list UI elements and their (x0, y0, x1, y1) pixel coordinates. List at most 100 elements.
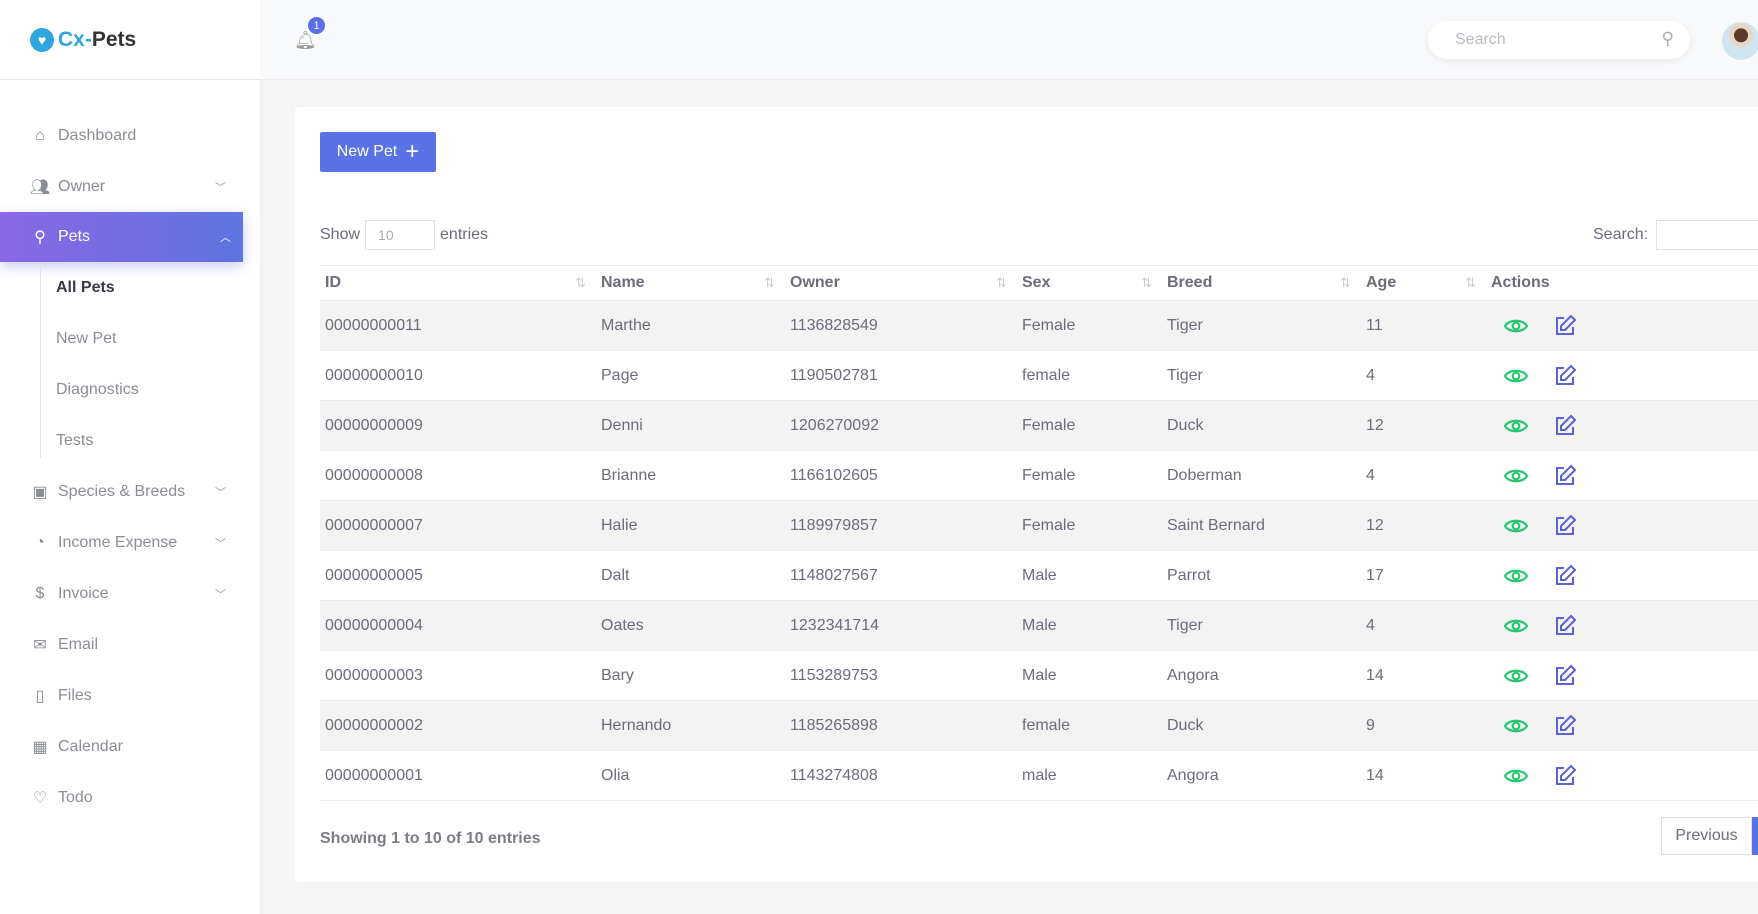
column-header-owner[interactable]: Owner⇅ (785, 266, 1017, 301)
view-eye-icon[interactable] (1503, 666, 1529, 686)
sort-icon: ⇅ (1465, 275, 1476, 291)
edit-icon[interactable] (1553, 614, 1577, 638)
table-row: 00000000009Denni1206270092FemaleDuck12 (320, 401, 1758, 451)
header-label: Sex (1022, 274, 1050, 291)
cell-id: 00000000009 (320, 401, 596, 451)
cell-actions (1486, 301, 1758, 351)
cell-actions (1486, 451, 1758, 501)
sidebar-item-invoice[interactable]: $Invoice﹀ (0, 568, 260, 619)
entries-select[interactable] (365, 220, 435, 250)
label: Owner (58, 178, 105, 196)
sidebar-item-calendar[interactable]: ▦Calendar (0, 721, 260, 772)
table-info: Showing 1 to 10 of 10 entries (320, 830, 541, 848)
cell-owner: 1166102605 (785, 451, 1017, 501)
sort-icon: ⇅ (575, 275, 586, 291)
edit-icon[interactable] (1553, 364, 1577, 388)
sidebar-subitem-tests[interactable]: Tests (56, 415, 260, 466)
column-header-id[interactable]: ID⇅ (320, 266, 596, 301)
cell-id: 00000000001 (320, 751, 596, 801)
view-eye-icon[interactable] (1503, 716, 1529, 736)
plus-icon: + (405, 138, 419, 166)
briefcase-icon: ▣ (30, 482, 50, 502)
edit-icon[interactable] (1553, 314, 1577, 338)
edit-icon[interactable] (1553, 514, 1577, 538)
cell-name: Halie (596, 501, 785, 551)
table-search-input[interactable] (1656, 220, 1758, 250)
table-row: 00000000005Dalt1148027567MaleParrot17 (320, 551, 1758, 601)
previous-page-button[interactable]: Previous (1661, 817, 1752, 855)
column-header-actions[interactable]: Actions (1486, 266, 1758, 301)
current-page-button[interactable] (1752, 817, 1758, 855)
pie-chart-icon: ◔ (30, 533, 50, 553)
sidebar-subitem-all-pets[interactable]: All Pets (56, 262, 260, 313)
cell-actions (1486, 501, 1758, 551)
header-label: Age (1366, 274, 1396, 291)
avatar[interactable] (1722, 22, 1758, 60)
sidebar-item-pets[interactable]: ⚲Pets︿ (0, 212, 243, 262)
view-eye-icon[interactable] (1503, 516, 1529, 536)
view-eye-icon[interactable] (1503, 766, 1529, 786)
label: Calendar (58, 738, 123, 756)
label: Email (58, 636, 98, 654)
cell-breed: Tiger (1162, 301, 1361, 351)
column-header-sex[interactable]: Sex⇅ (1017, 266, 1162, 301)
cell-sex: Male (1017, 601, 1162, 651)
cell-age: 9 (1361, 701, 1486, 751)
logo[interactable]: ♥ Cx-Pets (0, 0, 260, 80)
sidebar-item-species-breeds[interactable]: ▣Species & Breeds﹀ (0, 466, 260, 517)
sidebar-item-todo[interactable]: ♡Todo (0, 772, 260, 823)
label: New Pet (337, 143, 397, 161)
sidebar-subitem-new-pet[interactable]: New Pet (56, 313, 260, 364)
cell-owner: 1206270092 (785, 401, 1017, 451)
label: Dashboard (58, 127, 136, 145)
new-pet-button[interactable]: New Pet + (320, 132, 436, 172)
view-eye-icon[interactable] (1503, 316, 1529, 336)
sidebar-item-owner[interactable]: 👥︎ Owner ﹀ (0, 161, 260, 212)
dollar-icon: $ (30, 584, 50, 604)
cell-breed: Tiger (1162, 601, 1361, 651)
cell-owner: 1185265898 (785, 701, 1017, 751)
label: Files (58, 687, 92, 705)
sidebar-item-files[interactable]: ▯Files (0, 670, 260, 721)
cell-owner: 1153289753 (785, 651, 1017, 701)
table-row: 00000000008Brianne1166102605FemaleDoberm… (320, 451, 1758, 501)
users-icon: 👥︎ (30, 177, 50, 197)
table-row: 00000000004Oates1232341714MaleTiger4 (320, 601, 1758, 651)
logo-prefix: Cx- (58, 28, 92, 52)
edit-icon[interactable] (1553, 664, 1577, 688)
cell-actions (1486, 751, 1758, 801)
header-label: Actions (1491, 274, 1550, 291)
edit-icon[interactable] (1553, 464, 1577, 488)
cell-age: 4 (1361, 351, 1486, 401)
cell-age: 14 (1361, 651, 1486, 701)
cell-actions (1486, 351, 1758, 401)
edit-icon[interactable] (1553, 564, 1577, 588)
show-label: Show (320, 226, 360, 244)
edit-icon[interactable] (1553, 714, 1577, 738)
column-header-age[interactable]: Age ⇅ (1361, 266, 1486, 301)
edit-icon[interactable] (1553, 764, 1577, 788)
sidebar-item-dashboard[interactable]: ⌂Dashboard (0, 110, 260, 161)
cell-actions (1486, 651, 1758, 701)
view-eye-icon[interactable] (1503, 466, 1529, 486)
sidebar-item-email[interactable]: ✉Email (0, 619, 260, 670)
cell-name: Bary (596, 651, 785, 701)
view-eye-icon[interactable] (1503, 566, 1529, 586)
cell-sex: female (1017, 351, 1162, 401)
edit-icon[interactable] (1553, 414, 1577, 438)
cell-name: Page (596, 351, 785, 401)
cell-id: 00000000003 (320, 651, 596, 701)
column-header-name[interactable]: Name⇅ (596, 266, 785, 301)
chevron-down-icon: ﹀ (215, 179, 226, 195)
search-icon[interactable]: ⚲ (1662, 29, 1674, 49)
view-eye-icon[interactable] (1503, 366, 1529, 386)
view-eye-icon[interactable] (1503, 616, 1529, 636)
sidebar-item-income-expense[interactable]: ◔Income Expense﹀ (0, 517, 260, 568)
column-header-breed[interactable]: Breed⇅ (1162, 266, 1361, 301)
global-search-input[interactable]: Search ⚲ (1428, 21, 1690, 59)
sort-icon: ⇅ (764, 275, 775, 291)
table-row: 00000000011Marthe1136828549FemaleTiger11 (320, 301, 1758, 351)
cell-name: Oates (596, 601, 785, 651)
sidebar-subitem-diagnostics[interactable]: Diagnostics (56, 364, 260, 415)
view-eye-icon[interactable] (1503, 416, 1529, 436)
